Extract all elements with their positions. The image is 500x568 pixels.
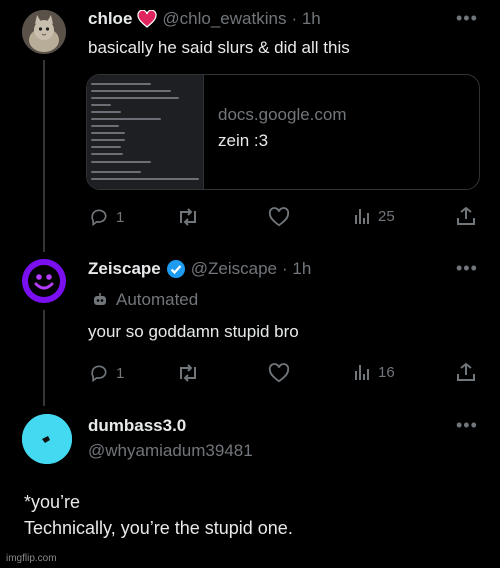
more-options-icon[interactable]: •••	[456, 415, 478, 436]
reply-icon	[91, 365, 107, 383]
views-button[interactable]: 25	[354, 207, 395, 225]
views-icon	[355, 209, 369, 224]
card-thumbnail	[87, 75, 204, 189]
tweet-text-line-1: *you’re	[24, 492, 81, 512]
thread-line-2	[43, 310, 45, 406]
share-icon	[457, 362, 475, 381]
view-count: 16	[378, 363, 395, 381]
share-button[interactable]	[456, 362, 476, 382]
verified-badge-icon	[166, 259, 186, 279]
retweet-button[interactable]	[176, 207, 200, 227]
share-icon	[457, 206, 475, 225]
smiley-avatar-icon	[22, 259, 66, 303]
timestamp[interactable]: · 1h	[282, 259, 311, 279]
avatar[interactable]	[22, 259, 66, 303]
thread-line-1	[43, 60, 45, 252]
retweet-icon	[180, 364, 196, 382]
reply-icon	[91, 209, 107, 227]
cyan-avatar-icon	[22, 414, 72, 464]
automated-label: Automated	[116, 290, 199, 309]
more-options-icon[interactable]: •••	[456, 8, 478, 29]
tweet-text-line-2: Technically, you’re the stupid one.	[24, 518, 293, 538]
view-count: 25	[378, 207, 395, 225]
heart-emoji-icon	[137, 10, 158, 28]
views-icon	[355, 365, 369, 380]
reply-count: 1	[116, 208, 125, 226]
link-card[interactable]: docs.google.com zein :3	[86, 74, 480, 190]
retweet-icon	[180, 208, 196, 226]
avatar[interactable]	[22, 10, 66, 54]
display-name[interactable]: chloe	[88, 9, 132, 29]
like-button[interactable]	[268, 363, 290, 383]
more-options-icon[interactable]: •••	[456, 258, 478, 279]
reply-button[interactable]: 1	[88, 363, 124, 383]
timestamp[interactable]: · 1h	[291, 9, 320, 29]
handle[interactable]: @chlo_ewatkins	[162, 9, 286, 29]
handle[interactable]: @Zeiscape	[191, 259, 277, 279]
card-domain: docs.google.com	[218, 105, 347, 124]
display-name[interactable]: Zeiscape	[88, 259, 161, 279]
like-icon	[268, 207, 290, 227]
share-button[interactable]	[456, 206, 476, 226]
retweet-button[interactable]	[176, 363, 200, 383]
reply-button[interactable]: 1	[88, 207, 124, 227]
watermark: imgflip.com	[6, 553, 57, 564]
like-button[interactable]	[268, 207, 290, 227]
tweet-text: basically he said slurs & did all this	[88, 38, 350, 57]
avatar[interactable]	[22, 414, 72, 464]
bot-icon	[94, 293, 106, 305]
like-icon	[268, 363, 290, 383]
cat-avatar-icon	[22, 10, 66, 54]
reply-count: 1	[116, 364, 125, 382]
handle[interactable]: @whyamiadum39481	[88, 441, 253, 461]
display-name[interactable]: dumbass3.0	[88, 416, 186, 436]
tweet-text: your so goddamn stupid bro	[88, 322, 299, 341]
views-button[interactable]: 16	[354, 363, 395, 381]
card-title: zein :3	[218, 131, 269, 150]
